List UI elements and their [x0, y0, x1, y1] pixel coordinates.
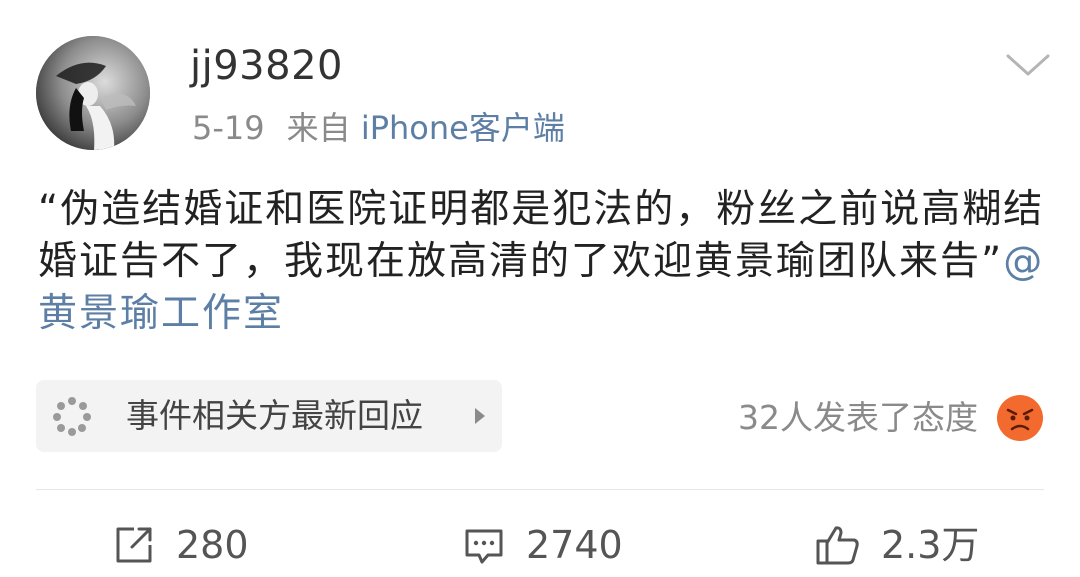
burst-icon — [53, 397, 91, 436]
like-count: 2.3万 — [881, 523, 980, 567]
thumbs-up-icon — [816, 526, 859, 565]
post-meta: 5-19 来自 iPhone客户端 — [192, 106, 565, 150]
event-label: 事件相关方最新回应 — [126, 396, 423, 435]
avatar-image — [36, 36, 150, 150]
post-content: “伪造结婚证和医院证明都是犯法的，粉丝之前说高糊结婚证告不了，我现在放高清的了欢… — [38, 184, 1048, 340]
post-text: “伪造结婚证和医院证明都是犯法的，粉丝之前说高糊结婚证告不了，我现在放高清的了欢… — [38, 187, 1045, 284]
comment-button[interactable]: 2740 — [462, 518, 623, 572]
username[interactable]: jj93820 — [190, 38, 343, 94]
like-button[interactable]: 2.3万 — [815, 518, 979, 572]
source-prefix: 来自 — [286, 109, 351, 147]
comment-icon — [465, 529, 503, 564]
avatar[interactable] — [36, 36, 150, 150]
event-card[interactable]: 事件相关方最新回应 — [36, 380, 502, 452]
comment-count: 2740 — [526, 523, 623, 567]
attitude-count[interactable]: 32人发表了态度 — [738, 394, 978, 442]
weibo-post: jj93820 5-19 来自 iPhone客户端 “伪造结婚证和医院证明都是犯法… — [0, 0, 1080, 577]
repost-icon — [116, 527, 152, 563]
chevron-down-icon[interactable] — [1004, 50, 1052, 80]
source-client[interactable]: iPhone客户端 — [361, 109, 565, 147]
divider — [36, 489, 1044, 490]
angry-face-icon[interactable] — [996, 394, 1044, 442]
triangle-right-icon — [475, 408, 485, 424]
post-date: 5-19 — [192, 109, 265, 147]
repost-button[interactable]: 280 — [112, 518, 249, 572]
repost-count: 280 — [176, 523, 249, 567]
